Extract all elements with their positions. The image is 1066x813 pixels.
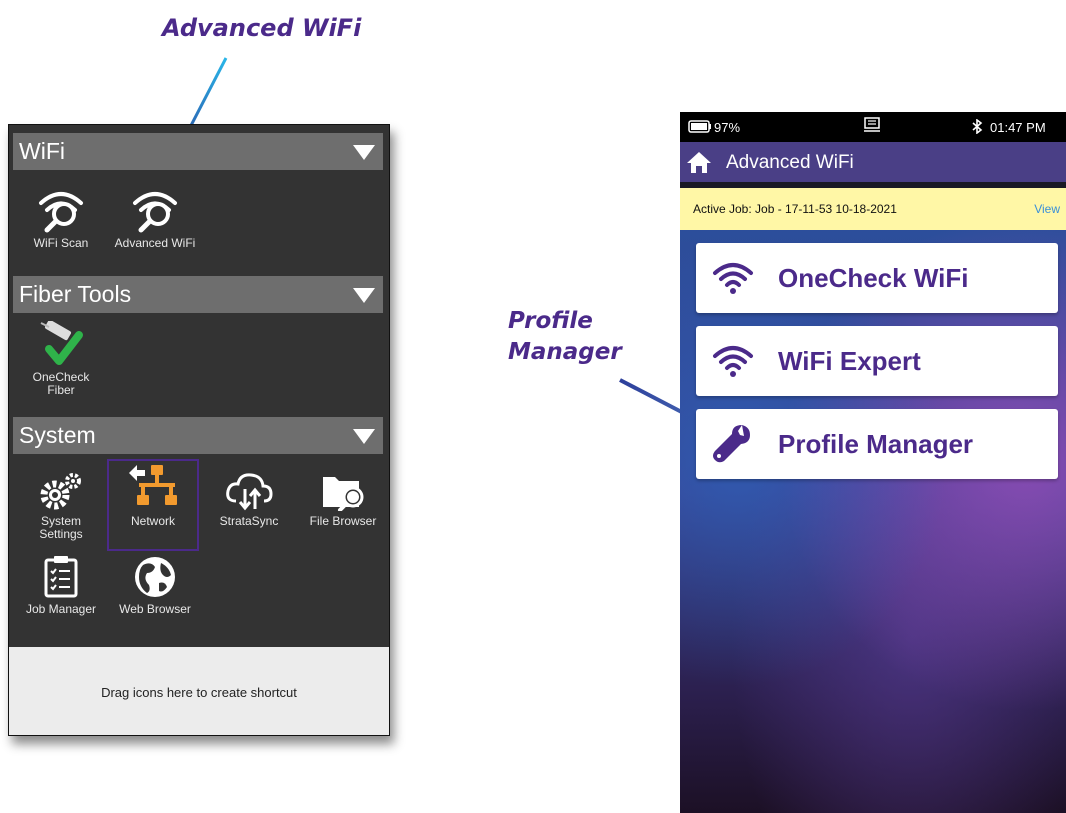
stratasync-tile[interactable]: StrataSync [203,471,295,528]
wifi-search-icon [39,192,83,233]
wifi-expert-label: WiFi Expert [778,346,921,376]
phone-screen: 97% 01:47 PM Advanced WiFi Active Job: J… [680,112,1066,813]
advanced-wifi-tile[interactable]: Advanced WiFi [109,187,201,250]
system-section-title: System [19,422,96,448]
wifi-section-title: WiFi [19,138,65,164]
network-icon [129,465,177,505]
system-settings-label-line2: Settings [39,527,83,541]
cloud-sync-icon [226,473,273,511]
folder-search-icon [323,477,364,511]
onecheck-fiber-label-line2: Fiber [47,383,75,397]
app-title: Advanced WiFi [726,152,854,173]
active-job-text: Active Job: Job - 17-11-53 10-18-2021 [693,202,897,216]
web-browser-tile[interactable]: Web Browser [109,555,201,616]
network-label: Network [130,514,175,528]
shortcut-drop-zone[interactable]: Drag icons here to create shortcut [9,647,389,735]
onecheck-wifi-label: OneCheck WiFi [778,263,969,293]
web-browser-label: Web Browser [119,602,191,616]
advanced-wifi-label: Advanced WiFi [114,236,196,250]
collapse-triangle-icon[interactable] [353,145,375,160]
profile-manager-button[interactable]: Profile Manager [696,409,1058,479]
battery-percent: 97% [714,120,741,135]
wrench-icon [713,425,750,463]
system-section-header[interactable]: System [13,417,383,454]
battery-icon [688,120,711,133]
stratasync-label: StrataSync [219,514,279,528]
wifi-icon [713,346,753,377]
fiber-connector-check-icon [40,321,83,365]
job-manager-tile[interactable]: Job Manager [15,555,107,616]
home-icon[interactable] [686,150,712,174]
onecheck-wifi-button[interactable]: OneCheck WiFi [696,243,1058,313]
active-job-bar: Active Job: Job - 17-11-53 10-18-2021 Vi… [680,188,1066,230]
drop-zone-text: Drag icons here to create shortcut [101,685,297,700]
wifi-icon [713,263,753,294]
clipboard-checklist-icon [44,556,78,598]
profile-manager-label: Profile Manager [778,429,974,459]
globe-icon [135,557,175,597]
file-browser-tile[interactable]: File Browser [297,471,389,528]
fiber-tools-section-title: Fiber Tools [19,281,132,307]
clock: 01:47 PM [990,120,1046,135]
wifi-expert-button[interactable]: WiFi Expert [696,326,1058,396]
file-browser-label: File Browser [309,514,377,528]
network-status-icon [864,117,880,132]
app-bar: Advanced WiFi [680,142,1066,182]
wallpaper [680,230,1066,813]
fiber-tools-section-header[interactable]: Fiber Tools [13,276,383,313]
gears-icon [40,473,81,510]
wifi-search-icon [133,192,177,233]
wifi-section-header[interactable]: WiFi [13,133,383,170]
launcher-panel: WiFi WiFi Scan Advanced WiFi Fiber Tools [8,124,390,736]
wifi-scan-tile[interactable]: WiFi Scan [15,187,107,250]
collapse-triangle-icon[interactable] [353,429,375,444]
network-tile[interactable]: Network [107,459,199,551]
view-job-link[interactable]: View [1034,202,1060,216]
bluetooth-icon [972,119,983,134]
wifi-scan-label: WiFi Scan [33,236,89,250]
collapse-triangle-icon[interactable] [353,288,375,303]
system-settings-tile[interactable]: System Settings [15,471,107,541]
onecheck-fiber-tile[interactable]: OneCheck Fiber [15,321,107,397]
job-manager-label: Job Manager [25,602,97,616]
status-bar: 97% 01:47 PM [680,112,1066,142]
